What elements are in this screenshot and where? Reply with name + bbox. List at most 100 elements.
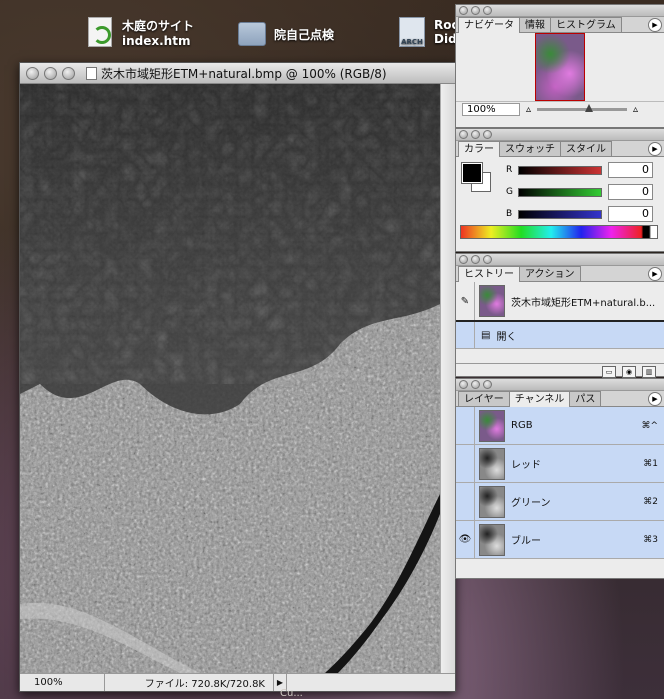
green-value-field[interactable]: 0 [608, 184, 653, 200]
tab-actions[interactable]: アクション [519, 266, 581, 281]
palette-titlebar[interactable] [456, 5, 664, 17]
channel-thumbnail [479, 485, 505, 518]
color-palette: カラー スウォッチ スタイル ▶ R 0 G 0 B 0 [455, 128, 664, 252]
zoom-button[interactable] [483, 255, 492, 264]
minimize-button[interactable] [471, 130, 480, 139]
satellite-image [20, 84, 440, 673]
close-button[interactable] [459, 130, 468, 139]
desktop-icon-index-htm[interactable]: 木庭のサイト index.htm [86, 16, 194, 48]
zoom-button[interactable] [483, 380, 492, 389]
blue-value-field[interactable]: 0 [608, 206, 653, 222]
zoom-out-icon[interactable]: ▵ [526, 104, 531, 115]
archive-icon: ARCH [398, 16, 426, 48]
close-button[interactable] [26, 66, 39, 80]
foreground-color-swatch[interactable] [461, 162, 483, 184]
snapshot-label: 茨木市域矩形ETM+natural.b... [511, 297, 656, 309]
palette-titlebar[interactable] [456, 254, 664, 266]
zoom-button[interactable] [483, 130, 492, 139]
zoom-button[interactable] [62, 66, 75, 80]
history-state-label: 開く [496, 331, 517, 343]
tab-paths[interactable]: パス [569, 391, 602, 406]
channel-label: R [506, 165, 513, 175]
document-statusbar: 100% ファイル: 720.8K/720.8K ▶ [20, 673, 455, 691]
palette-menu-icon[interactable]: ▶ [648, 267, 662, 281]
channel-name: レッド [511, 460, 541, 471]
tab-channels[interactable]: チャンネル [508, 391, 571, 407]
red-slider[interactable] [518, 165, 602, 175]
tab-info[interactable]: 情報 [519, 17, 551, 32]
blue-slider[interactable] [518, 209, 602, 219]
green-channel-row: G 0 [506, 183, 656, 201]
palette-titlebar[interactable] [456, 129, 664, 141]
history-brush-icon[interactable]: ✎ [456, 282, 475, 320]
tab-navigator[interactable]: ナビゲータ [458, 17, 520, 33]
tab-swatches[interactable]: スウォッチ [499, 141, 561, 156]
close-button[interactable] [459, 6, 468, 15]
channel-row-rgb[interactable]: RGB ⌘^ [456, 407, 664, 445]
channel-shortcut: ⌘2 [643, 496, 658, 507]
palette-menu-icon[interactable]: ▶ [648, 142, 662, 156]
tab-histogram[interactable]: ヒストグラム [550, 17, 622, 32]
image-canvas[interactable] [20, 84, 440, 673]
tab-history[interactable]: ヒストリー [458, 266, 520, 282]
minimize-button[interactable] [44, 66, 57, 80]
history-state-row[interactable]: ▤ 開く [456, 322, 664, 349]
desktop-icon-folder[interactable]: 院自己点検 [238, 18, 334, 50]
channel-thumbnail [479, 409, 505, 442]
visibility-toggle[interactable] [456, 445, 475, 482]
visibility-toggle[interactable] [456, 407, 475, 444]
close-button[interactable] [459, 255, 468, 264]
desktop-icon-label: 院自己点検 [274, 27, 335, 42]
palette-titlebar[interactable] [456, 379, 664, 391]
navigator-zoom-slider[interactable] [537, 103, 628, 112]
channel-label: G [506, 187, 513, 197]
desktop-icon-label: 木庭のサイト [122, 18, 195, 33]
channel-row-green[interactable]: グリーン ⌘2 [456, 483, 664, 521]
document-titlebar[interactable]: 茨木市域矩形ETM+natural.bmp @ 100% (RGB/8) [20, 63, 455, 84]
red-value-field[interactable]: 0 [608, 162, 653, 178]
history-snapshot-row[interactable]: ✎ 茨木市域矩形ETM+natural.b... [456, 282, 664, 322]
file-size-info: ファイル: 720.8K/720.8K [105, 674, 274, 691]
tab-color[interactable]: カラー [458, 141, 500, 157]
channel-row-red[interactable]: レッド ⌘1 [456, 445, 664, 483]
channel-shortcut: ⌘1 [643, 458, 658, 469]
zoom-level[interactable]: 100% [20, 674, 105, 691]
vertical-scrollbar[interactable] [440, 84, 455, 673]
camera-snapshot-icon[interactable]: ◉ [622, 366, 636, 378]
tab-styles[interactable]: スタイル [560, 141, 612, 156]
channel-row-blue[interactable]: 👁 ブルー ⌘3 [456, 521, 664, 559]
palette-menu-icon[interactable]: ▶ [648, 18, 662, 32]
open-document-icon: ▤ [481, 329, 491, 341]
history-brush-icon[interactable] [456, 322, 475, 348]
close-button[interactable] [459, 380, 468, 389]
zoom-in-icon[interactable]: ▵ [633, 104, 638, 115]
blue-channel-row: B 0 [506, 205, 656, 223]
desktop-bottom-text: Cu... [280, 688, 303, 699]
minimize-button[interactable] [471, 255, 480, 264]
minimize-button[interactable] [471, 6, 480, 15]
document-icon [86, 66, 97, 80]
desktop-icon-sublabel: index.htm [122, 33, 191, 48]
visibility-toggle[interactable] [456, 483, 475, 520]
new-document-from-state-icon[interactable]: ▭ [602, 366, 616, 378]
eye-icon[interactable]: 👁 [456, 521, 475, 558]
history-palette: ヒストリー アクション ▶ ✎ 茨木市域矩形ETM+natural.b... ▤… [455, 253, 664, 378]
navigator-palette: ナビゲータ 情報 ヒストグラム ▶ 100% ▵ ▵ [455, 4, 664, 128]
minimize-button[interactable] [471, 380, 480, 389]
channel-name: グリーン [511, 498, 551, 509]
trash-icon[interactable]: ▥ [642, 366, 656, 378]
navigator-thumbnail[interactable] [535, 33, 585, 101]
green-slider[interactable] [518, 187, 602, 197]
zoom-button[interactable] [483, 6, 492, 15]
desktop-icon-archive[interactable]: ARCH Roc Did [398, 16, 459, 48]
folder-icon [238, 18, 266, 50]
palette-menu-icon[interactable]: ▶ [648, 392, 662, 406]
color-spectrum-bar[interactable] [460, 225, 658, 239]
tab-layers[interactable]: レイヤー [458, 391, 510, 406]
navigator-zoom-field[interactable]: 100% [462, 102, 520, 116]
document-window: 茨木市域矩形ETM+natural.bmp @ 100% (RGB/8) 100… [19, 62, 456, 692]
channels-palette: レイヤー チャンネル パス ▶ RGB ⌘^ レッド ⌘1 グリーン ⌘2 👁 … [455, 378, 664, 579]
snapshot-thumbnail [479, 285, 505, 317]
slider-knob-icon[interactable] [585, 103, 594, 112]
channel-shortcut: ⌘^ [641, 420, 658, 431]
